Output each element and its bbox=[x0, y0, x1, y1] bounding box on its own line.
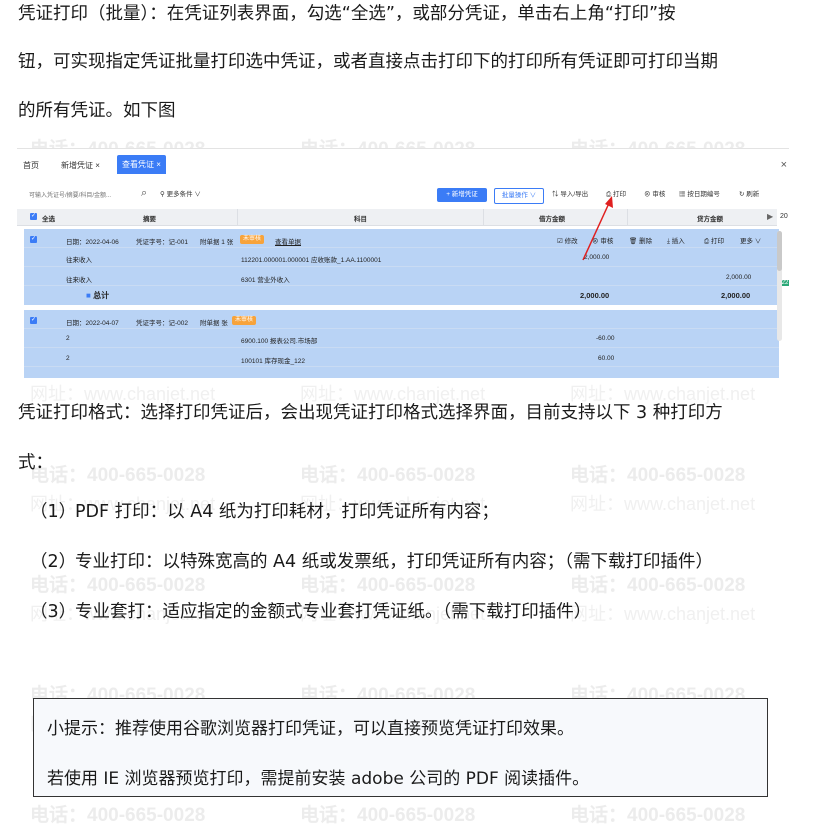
tip-line: 小提示：推荐使用谷歌浏览器打印凭证，可以直接预览凭证打印效果。 bbox=[47, 719, 574, 739]
watermark-phone: 电话：400-665-0028 bbox=[570, 575, 746, 596]
watermark-phone: 电话：400-665-0028 bbox=[300, 465, 476, 486]
list-text: 专业套打：适应指定的金额式专业套打凭证纸。（需下载打印插件） bbox=[75, 602, 592, 622]
list-number: （1） bbox=[30, 502, 77, 522]
intro-paragraph-line: 凭证打印（批量）：在凭证列表界面，勾选“全选”，或部分凭证，单击右上角“打印”按 bbox=[18, 4, 676, 24]
list-number: （3） bbox=[30, 602, 77, 622]
list-text: 专业打印：以特殊宽高的 A4 纸或发票纸，打印凭证所有内容；（需下载打印插件） bbox=[75, 552, 713, 572]
intro-paragraph-line: 钮，可实现指定凭证批量打印选中凭证，或者直接点击打印下的打印所有凭证即可打印当期 bbox=[18, 52, 718, 72]
watermark-website: 网址：www.chanjet.net bbox=[570, 604, 756, 624]
tip-box: 小提示：推荐使用谷歌浏览器打印凭证，可以直接预览凭证打印效果。 若使用 IE 浏… bbox=[33, 698, 768, 797]
watermark-website: 网址：www.chanjet.net bbox=[570, 494, 756, 514]
list-item: （2）专业打印：以特殊宽高的 A4 纸或发票纸，打印凭证所有内容；（需下载打印插… bbox=[30, 550, 713, 574]
list-item: （3）专业套打：适应指定的金额式专业套打凭证纸。（需下载打印插件） bbox=[30, 600, 591, 624]
watermark-phone: 电话：400-665-0028 bbox=[570, 465, 746, 486]
tip-line: 若使用 IE 浏览器预览打印，需提前安装 adobe 公司的 PDF 阅读插件。 bbox=[47, 769, 590, 789]
watermark-phone: 电话：400-665-0028 bbox=[30, 465, 206, 486]
annotation-arrow bbox=[582, 196, 613, 261]
format-paragraph-line: 凭证打印格式：选择打印凭证后，会出现凭证打印格式选择界面，目前支持以下 3 种打… bbox=[18, 403, 723, 423]
list-number: （2） bbox=[30, 552, 77, 572]
arrow-shaft bbox=[582, 200, 611, 261]
voucher-list-screenshot: 首页 新增凭证 × 查看凭证 × × ⌕ ⚲ 更多条件 ∨ + 新增凭证 批量操… bbox=[17, 148, 789, 378]
watermark-phone: 电话：400-665-0028 bbox=[30, 575, 206, 596]
list-item: （1）PDF 打印：以 A4 纸为打印耗材，打印凭证所有内容； bbox=[30, 500, 499, 524]
intro-paragraph-line: 的所有凭证。如下图 bbox=[18, 101, 176, 121]
list-text: PDF 打印：以 A4 纸为打印耗材，打印凭证所有内容； bbox=[75, 502, 499, 522]
watermark-phone: 电话：400-665-0028 bbox=[300, 575, 476, 596]
format-paragraph-line: 式： bbox=[18, 453, 53, 473]
arrow-head bbox=[605, 196, 613, 208]
